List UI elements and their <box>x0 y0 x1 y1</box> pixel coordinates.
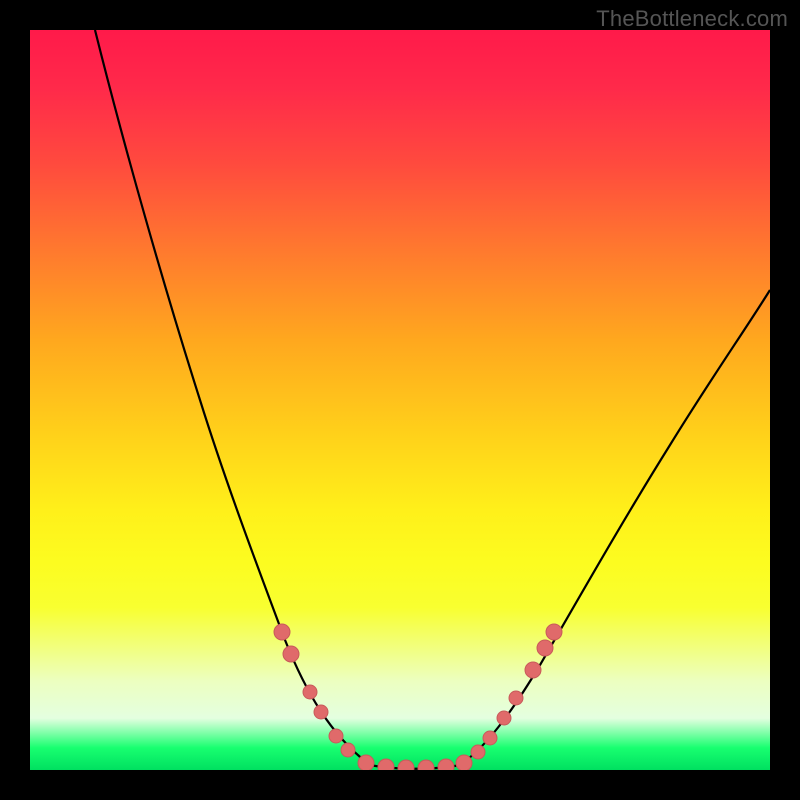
marker-floor-3 <box>398 760 414 770</box>
marker-left-mid-1 <box>303 685 317 699</box>
marker-left-mid-2 <box>314 705 328 719</box>
marker-floor-6 <box>456 755 472 770</box>
marker-right-low-1 <box>471 745 485 759</box>
marker-floor-2 <box>378 759 394 770</box>
marker-right-low-2 <box>483 731 497 745</box>
plot-area <box>30 30 770 770</box>
marker-left-upper-1 <box>274 624 290 640</box>
marker-right-upper-2 <box>537 640 553 656</box>
watermark-text: TheBottleneck.com <box>596 6 788 32</box>
chart-frame: TheBottleneck.com <box>0 0 800 800</box>
left-branch-curve <box>95 30 370 765</box>
marker-group <box>274 624 562 770</box>
marker-right-upper-1 <box>525 662 541 678</box>
marker-left-low-2 <box>341 743 355 757</box>
marker-right-mid-1 <box>497 711 511 725</box>
marker-right-upper-3 <box>546 624 562 640</box>
marker-floor-4 <box>418 760 434 770</box>
marker-left-low-1 <box>329 729 343 743</box>
right-branch-curve <box>460 290 770 765</box>
marker-left-upper-2 <box>283 646 299 662</box>
marker-right-mid-2 <box>509 691 523 705</box>
marker-floor-1 <box>358 755 374 770</box>
marker-floor-5 <box>438 759 454 770</box>
curve-svg <box>30 30 770 770</box>
